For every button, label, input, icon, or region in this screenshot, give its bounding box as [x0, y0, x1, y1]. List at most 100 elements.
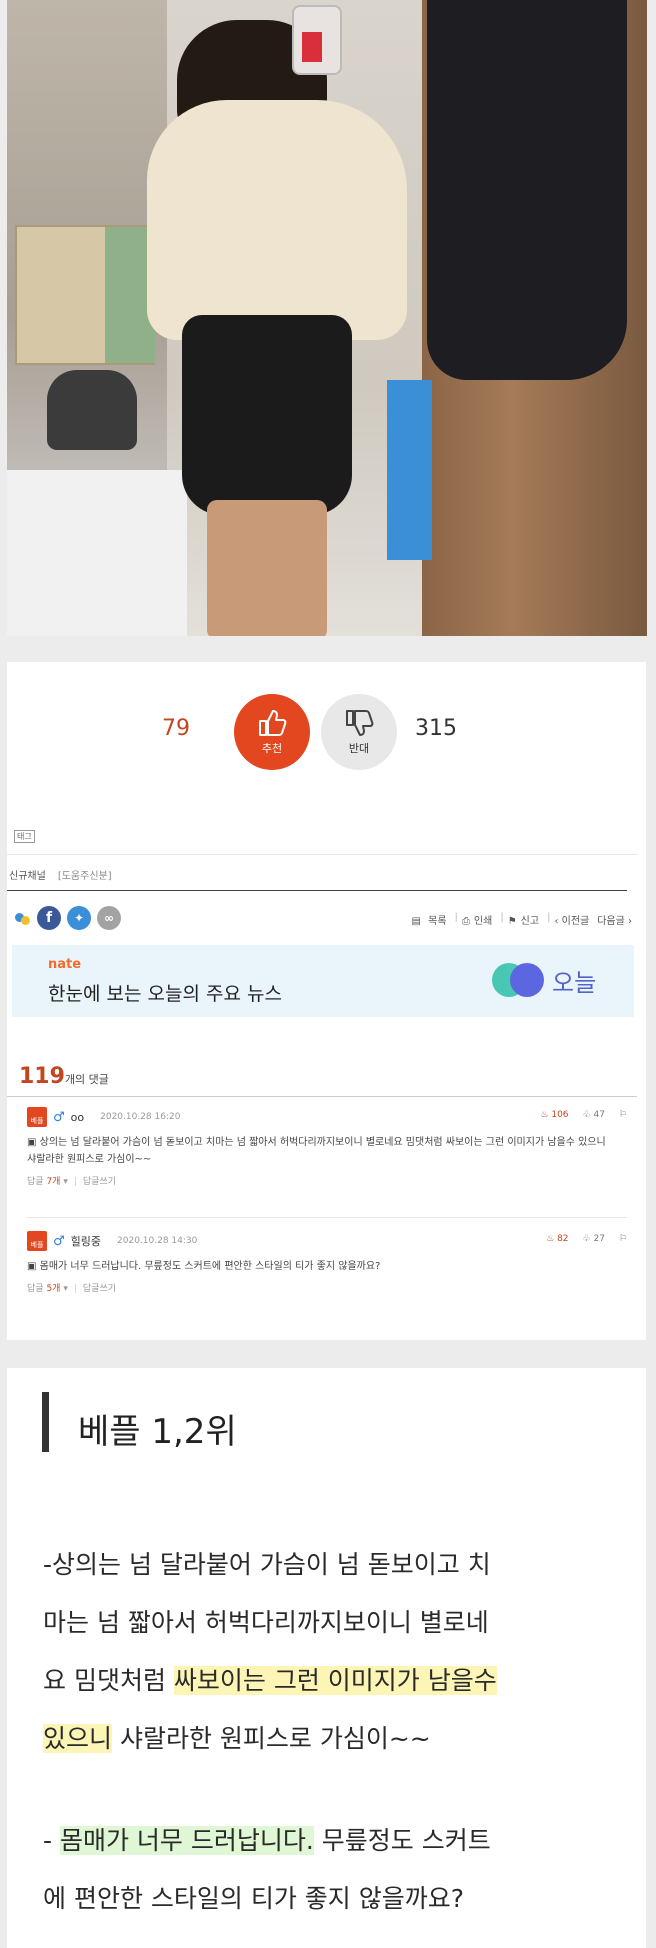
- comment-item: 베플 ♂ 힐링중 2020.10.28 14:30 ♨ 82 ♧ 27 ⚐ ▣ …: [27, 1230, 627, 1294]
- highlighted-text: 있으니: [43, 1724, 113, 1753]
- comment-votes: ♨ 106 ♧ 47 ⚐: [540, 1110, 627, 1120]
- separator: |: [73, 1177, 77, 1187]
- divider: [27, 1217, 627, 1218]
- oppose-count: 315: [415, 716, 457, 741]
- print-button[interactable]: ⎙ 인쇄: [458, 912, 500, 927]
- comment-item: 베플 ♂ oo 2020.10.28 16:20 ♨ 106 ♧ 47 ⚐ ▣ …: [27, 1106, 627, 1187]
- text-line: 있으니 샤랄라한 원피스로 가심이~~: [43, 1710, 643, 1768]
- best-comment-2-text: - 몸매가 너무 드러납니다. 무릎정도 스커트 에 편안한 스타일의 티가 좋…: [43, 1812, 643, 1928]
- kakaostory-share-icon[interactable]: [15, 910, 31, 926]
- comment-date: 2020.10.28 16:20: [100, 1112, 181, 1122]
- outfit-photo: [7, 0, 647, 636]
- write-reply-button[interactable]: 답글쓰기: [83, 1284, 116, 1294]
- list-button[interactable]: ▤ 목록: [407, 912, 454, 927]
- bed: [7, 470, 187, 636]
- blue-bag: [387, 380, 432, 560]
- separator: |: [73, 1284, 77, 1294]
- comment-dislike-button[interactable]: ♧ 27: [583, 1234, 605, 1244]
- oppose-button[interactable]: 반대: [321, 694, 397, 770]
- best-comment-badge: 베플: [27, 1107, 47, 1127]
- summary-heading: 베플 1,2위: [78, 1412, 237, 1452]
- print-label: 인쇄: [473, 916, 493, 927]
- oppose-label: 반대: [348, 742, 370, 755]
- text-line: - 몸매가 너무 드러납니다. 무릎정도 스커트: [43, 1812, 643, 1870]
- hanging-coat: [427, 0, 627, 380]
- thumbs-down-icon: [346, 710, 374, 736]
- reply-toggle[interactable]: 답글 7개 ▾: [27, 1177, 68, 1187]
- comment-dislike-count: 47: [593, 1110, 605, 1120]
- link-share-icon[interactable]: ∞: [97, 906, 121, 930]
- text-segment: 무릎정도 스커트: [313, 1826, 491, 1855]
- write-reply-button[interactable]: 답글쓰기: [83, 1177, 116, 1187]
- highlighted-text: 몸매가 너무 드러납니다.: [59, 1826, 314, 1855]
- divider-dark: [7, 890, 627, 891]
- male-icon: ♂: [53, 1233, 65, 1249]
- text-segment: 요 밈댓처럼: [43, 1666, 174, 1695]
- text-line: 요 밈댓처럼 싸보이는 그런 이미지가 남을수: [43, 1652, 643, 1710]
- best-comment-1-text: -상의는 넘 달라붙어 가슴이 넘 돋보이고 치 마는 넘 짧아서 허벅다리까지…: [43, 1536, 643, 1768]
- comment-report-icon[interactable]: ⚐: [619, 1110, 627, 1120]
- comments-header: 119개의 댓글: [19, 1064, 109, 1089]
- comment-text: 몸매가 너무 드러납니다. 무릎정도 스커트에 편안한 스타일의 티가 좋지 않…: [39, 1261, 381, 1272]
- comment-like-button[interactable]: ♨ 82: [546, 1234, 568, 1244]
- comment-like-count: 82: [557, 1234, 569, 1244]
- comment-like-button[interactable]: ♨ 106: [540, 1110, 568, 1120]
- text-line: 에 편안한 스타일의 티가 좋지 않을까요?: [43, 1884, 465, 1913]
- comment-header: 베플 ♂ oo 2020.10.28 16:20 ♨ 106 ♧ 47 ⚐: [27, 1106, 627, 1128]
- twitter-share-icon[interactable]: ✦: [67, 906, 91, 930]
- reply-label: 답글: [27, 1284, 44, 1294]
- reply-toggle[interactable]: 답글 5개 ▾: [27, 1284, 68, 1294]
- highlighted-text: 싸보이는 그런 이미지가 남을수: [173, 1666, 497, 1695]
- comment-report-icon[interactable]: ⚐: [619, 1234, 627, 1244]
- text-line: -상의는 넘 달라붙어 가슴이 넘 돋보이고 치: [43, 1550, 491, 1579]
- list-label: 목록: [428, 916, 447, 927]
- facebook-share-icon[interactable]: f: [37, 906, 61, 930]
- phone: [292, 5, 342, 75]
- text-segment: 샤랄라한 원피스로 가심이~~: [112, 1724, 431, 1753]
- comment-dislike-count: 27: [593, 1234, 605, 1244]
- comment-dislike-button[interactable]: ♧ 47: [583, 1110, 605, 1120]
- today-label: 오늘: [552, 969, 597, 997]
- vote-row: 79 추천 반대 315: [7, 692, 646, 772]
- divider: [7, 1096, 637, 1097]
- contributors-label: [도움주신분]: [57, 871, 112, 882]
- comment-date: 2020.10.28 14:30: [117, 1236, 198, 1246]
- heading-bar: [42, 1392, 49, 1452]
- reply-count: 7개: [46, 1177, 61, 1187]
- comment-votes: ♨ 82 ♧ 27 ⚐: [546, 1234, 627, 1244]
- report-button[interactable]: ⚑ 신고: [504, 912, 547, 927]
- comment-body: ▣ 상의는 넘 달라붙어 가슴이 넘 돋보이고 치마는 넘 짧아서 허벅다리까지…: [27, 1137, 606, 1165]
- comment-body: ▣ 몸매가 너무 드러납니다. 무릎정도 스커트에 편안한 스타일의 티가 좋지…: [27, 1261, 381, 1272]
- prev-post-button[interactable]: ‹ 이전글: [550, 912, 593, 927]
- next-post-button[interactable]: 다음글 ›: [593, 912, 636, 927]
- knit-top: [147, 100, 407, 340]
- channel-label[interactable]: 신규채널: [9, 871, 46, 882]
- comment-like-count: 106: [551, 1110, 569, 1120]
- recommend-label: 추천: [261, 742, 283, 755]
- male-icon: ♂: [53, 1109, 65, 1125]
- text-line: 마는 넘 짧아서 허벅다리까지보이니 별로네: [43, 1608, 489, 1637]
- leather-skirt: [182, 315, 352, 515]
- banner-title: 한눈에 보는 오늘의 주요 뉴스: [48, 983, 282, 1005]
- today-toggle-icon: [492, 963, 544, 997]
- post-footer-card: 79 추천 반대 315 태그 신규채널 [도움주신분] f ✦ ∞ ▤ 목록 |…: [7, 662, 646, 1340]
- channel-row: 신규채널 [도움주신분]: [9, 867, 112, 882]
- nate-logo: nate: [48, 957, 82, 972]
- summary-card: 베플 1,2위 -상의는 넘 달라붙어 가슴이 넘 돋보이고 치 마는 넘 짧아…: [7, 1368, 646, 1948]
- comment-footer: 답글 7개 ▾ | 답글쓰기: [27, 1174, 627, 1187]
- share-row: f ✦ ∞: [15, 906, 121, 930]
- comment-nickname[interactable]: 힐링중: [71, 1233, 101, 1249]
- comment-nickname[interactable]: oo: [71, 1111, 84, 1124]
- nate-news-banner[interactable]: nate 한눈에 보는 오늘의 주요 뉴스 오늘: [12, 945, 634, 1017]
- recommend-button[interactable]: 추천: [234, 694, 310, 770]
- text-segment: -: [43, 1826, 60, 1855]
- tag-label[interactable]: 태그: [14, 830, 35, 843]
- thumbs-up-icon: [259, 710, 287, 736]
- divider: [7, 854, 637, 855]
- shelf: [15, 225, 155, 365]
- reply-count: 5개: [46, 1284, 61, 1294]
- comment-header: 베플 ♂ 힐링중 2020.10.28 14:30 ♨ 82 ♧ 27 ⚐: [27, 1230, 627, 1252]
- report-label: 신고: [520, 916, 540, 927]
- legs: [207, 500, 327, 636]
- comment-text: 상의는 넘 달라붙어 가슴이 넘 돋보이고 치마는 넘 짧아서 허벅다리까지보이…: [27, 1137, 606, 1165]
